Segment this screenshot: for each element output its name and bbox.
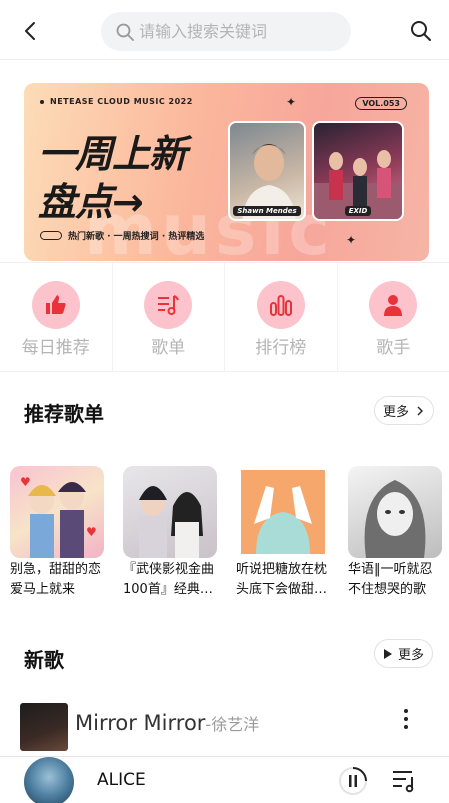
nav-label: 排行榜 [255,338,307,358]
playlist-carousel[interactable]: ♥♥ 别急，甜甜的恋爱马上就来 『武侠影视金曲100首』经典回忆 [10,466,449,606]
new-songs-more-button[interactable]: 更多 [374,639,434,668]
section-title-recommended: 推荐歌单 [24,402,104,426]
chevron-right-icon [417,406,424,415]
top-bar [0,0,449,60]
song-row[interactable]: Mirror Mirror-徐艺洋 [20,703,430,753]
wuxia-couple-illustration [139,486,203,558]
search-icon [116,23,134,41]
quick-nav: 每日推荐 歌单 排行榜 歌手 [0,262,449,372]
group-card-label: EXID [344,206,372,216]
nav-label: 每日推荐 [21,338,90,358]
playlist-name: 『武侠影视金曲100首』经典回忆 [123,562,215,597]
app-page: music NETEASE CLOUD MUSIC 2022 VOL.053 一… [0,0,449,803]
nav-label: 歌手 [376,338,411,358]
banner-tags: 热门新歌 · 一周热搜词 · 热评精选 [68,232,205,242]
playlist-cover [236,466,330,558]
search-box[interactable] [101,12,351,51]
now-playing-title: ALICE [97,770,146,790]
playlist-queue-icon[interactable] [390,766,418,794]
playlist-icon [144,281,193,329]
section-title-new-songs: 新歌 [24,648,64,672]
playlist-name: 华语‖一听就忍不住想哭的歌 [348,562,433,597]
song-artist: -徐艺洋 [205,715,260,734]
recommended-more-button[interactable]: 更多 [374,396,435,425]
playlist-cover [123,466,217,558]
nav-label: 歌单 [151,338,186,358]
playlist-card[interactable]: 『武侠影视金曲100首』经典回忆 [123,466,217,600]
promo-banner[interactable]: music NETEASE CLOUD MUSIC 2022 VOL.053 一… [24,83,429,261]
search-input[interactable] [139,12,339,51]
nav-singers[interactable]: 歌手 [338,263,449,371]
nav-charts[interactable]: 排行榜 [225,263,338,371]
play-triangle-icon [384,648,392,659]
singer-icon [369,281,418,329]
playlist-name: 听说把糖放在枕头底下会做甜甜的梦 [236,562,328,597]
search-button-icon[interactable] [408,18,434,44]
banner-toggle-icon [40,231,62,240]
banner-brand: NETEASE CLOUD MUSIC 2022 [40,97,193,106]
playlist-card[interactable]: ♥ ♥ 别急，甜甜的恋爱马上就来 [10,466,104,600]
playlist-card[interactable]: 华语‖一听就忍不住想哭的歌 [348,466,442,600]
more-vertical-icon[interactable] [398,707,414,731]
playlist-card[interactable]: 听说把糖放在枕头底下会做甜甜的梦 [236,466,330,600]
song-title-line: Mirror Mirror-徐艺洋 [75,711,259,735]
song-title: Mirror Mirror [75,711,206,735]
sketch-girl-illustration [364,480,426,558]
artist-photo-card: Shawn Mendes [228,121,306,221]
nav-daily-recommend[interactable]: 每日推荐 [0,263,113,371]
back-arrow-icon[interactable] [18,18,44,44]
playlist-cover: ♥ ♥ [10,466,104,558]
now-playing-cover[interactable] [24,757,74,803]
svg-text:♥: ♥ [86,525,97,539]
song-cover [20,703,68,751]
pause-button-icon[interactable] [338,766,368,796]
playlist-cover [348,466,442,558]
banner-volume-badge: VOL.053 [355,97,407,110]
playlist-name: 别急，甜甜的恋爱马上就来 [10,562,102,597]
thumb-up-icon [31,281,80,329]
nav-playlist[interactable]: 歌单 [113,263,225,371]
svg-text:♥: ♥ [20,475,31,489]
banner-title-line1: 一周上新 [38,132,187,176]
sparkle-icon: ✦ [346,233,357,247]
sparkle-icon: ✦ [286,95,297,109]
anime-couple-illustration: ♥♥ [20,475,97,558]
banner-title-line2: 盘点→ [38,180,144,224]
more-label: 更多 [383,405,410,420]
group-photo-card: EXID [312,121,404,221]
chart-bars-icon [256,281,305,329]
hands-illustration [241,470,325,554]
artist-card-label: Shawn Mendes [233,206,301,216]
mini-player[interactable]: ALICE [0,756,449,803]
more-label: 更多 [398,648,425,663]
